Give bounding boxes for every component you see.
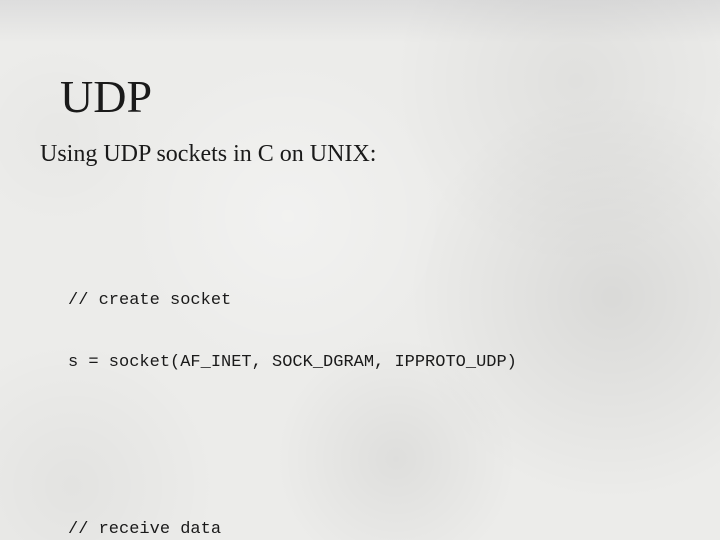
code-line: s = socket(AF_INET, SOCK_DGRAM, IPPROTO_… — [68, 353, 660, 374]
slide-title: UDP — [60, 70, 660, 123]
code-comment: // create socket — [68, 291, 660, 312]
slide-subtitle: Using UDP sockets in C on UNIX: — [40, 141, 660, 168]
code-block: // receive data recvfrom(s, buf, LEN, 0,… — [68, 479, 660, 540]
code-block: // create socket s = socket(AF_INET, SOC… — [68, 249, 660, 415]
code-comment: // receive data — [68, 520, 660, 540]
slide-container: UDP Using UDP sockets in C on UNIX: // c… — [0, 0, 720, 540]
code-area: // create socket s = socket(AF_INET, SOC… — [68, 208, 660, 540]
